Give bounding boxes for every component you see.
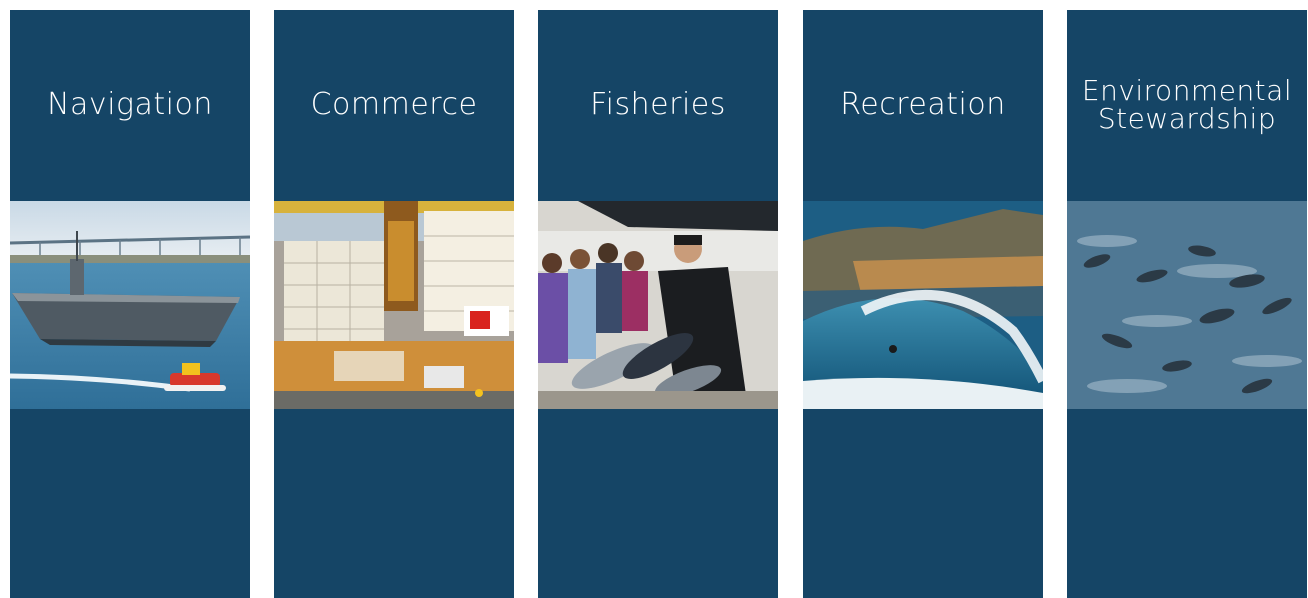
panel-commerce[interactable]: Commerce (274, 10, 514, 598)
panel-recreation[interactable]: Recreation (803, 10, 1043, 598)
panel-title-fisheries: Fisheries (590, 87, 726, 122)
panel-title-commerce: Commerce (310, 87, 478, 122)
recreation-photo (803, 201, 1043, 409)
environmental-photo (1067, 201, 1307, 409)
commerce-photo (274, 201, 514, 409)
panel-title-recreation: Recreation (840, 87, 1006, 122)
fisheries-photo (538, 201, 778, 409)
panel-title-line-1: Environmental (1081, 74, 1293, 107)
panel-title-navigation: Navigation (47, 87, 213, 122)
panel-navigation[interactable]: Navigation (10, 10, 250, 598)
panel-fisheries[interactable]: Fisheries (538, 10, 778, 598)
panel-title-environmental-stewardship: Environmental Stewardship (1067, 10, 1307, 200)
navigation-photo (10, 201, 250, 409)
panel-environmental-stewardship[interactable]: Environmental Stewardship (1067, 10, 1307, 598)
panel-title-line-2: Stewardship (1097, 102, 1277, 135)
